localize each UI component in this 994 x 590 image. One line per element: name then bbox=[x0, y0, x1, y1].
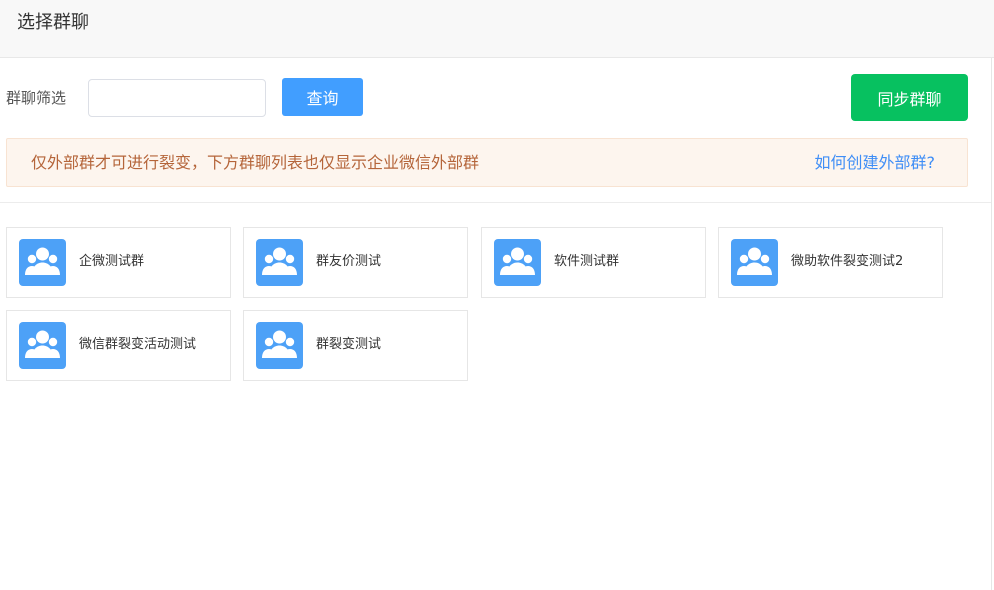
group-avatar-icon bbox=[494, 239, 541, 286]
query-button[interactable]: 查询 bbox=[282, 78, 363, 116]
group-name: 微信群裂变活动测试 bbox=[79, 337, 197, 352]
section-divider bbox=[0, 202, 991, 203]
select-group-dialog: 选择群聊 群聊筛选 查询 同步群聊 仅外部群才可进行裂变，下方群聊列表也仅显示企… bbox=[0, 0, 994, 590]
group-people-icon bbox=[262, 330, 297, 358]
group-avatar-icon bbox=[19, 322, 66, 369]
group-people-icon bbox=[737, 247, 772, 275]
group-avatar-icon bbox=[19, 239, 66, 286]
group-card[interactable]: 群裂变测试 bbox=[243, 310, 468, 381]
group-people-icon bbox=[25, 247, 60, 275]
group-card[interactable]: 微信群裂变活动测试 bbox=[6, 310, 231, 381]
dialog-title: 选择群聊 bbox=[17, 12, 89, 33]
group-card[interactable]: 群友价测试 bbox=[243, 227, 468, 298]
sync-groups-button[interactable]: 同步群聊 bbox=[851, 74, 968, 121]
group-card[interactable]: 微助软件裂变测试2 bbox=[718, 227, 943, 298]
group-avatar-icon bbox=[256, 322, 303, 369]
notice-text: 仅外部群才可进行裂变，下方群聊列表也仅显示企业微信外部群 bbox=[31, 153, 480, 172]
notice-banner: 仅外部群才可进行裂变，下方群聊列表也仅显示企业微信外部群 如何创建外部群? bbox=[6, 138, 968, 187]
group-avatar-icon bbox=[731, 239, 778, 286]
group-card[interactable]: 软件测试群 bbox=[481, 227, 706, 298]
scrollbar-track bbox=[991, 58, 992, 590]
group-name: 企微测试群 bbox=[79, 254, 145, 269]
group-name: 微助软件裂变测试2 bbox=[791, 254, 904, 269]
group-name: 群友价测试 bbox=[316, 254, 382, 269]
create-external-group-link[interactable]: 如何创建外部群? bbox=[815, 152, 936, 174]
group-name: 群裂变测试 bbox=[316, 337, 382, 352]
group-card[interactable]: 企微测试群 bbox=[6, 227, 231, 298]
group-filter-input[interactable] bbox=[88, 79, 266, 117]
group-people-icon bbox=[500, 247, 535, 275]
group-people-icon bbox=[262, 247, 297, 275]
group-people-icon bbox=[25, 330, 60, 358]
filter-label: 群聊筛选 bbox=[6, 89, 67, 107]
group-avatar-icon bbox=[256, 239, 303, 286]
dialog-header: 选择群聊 bbox=[0, 0, 994, 58]
group-name: 软件测试群 bbox=[554, 254, 620, 269]
